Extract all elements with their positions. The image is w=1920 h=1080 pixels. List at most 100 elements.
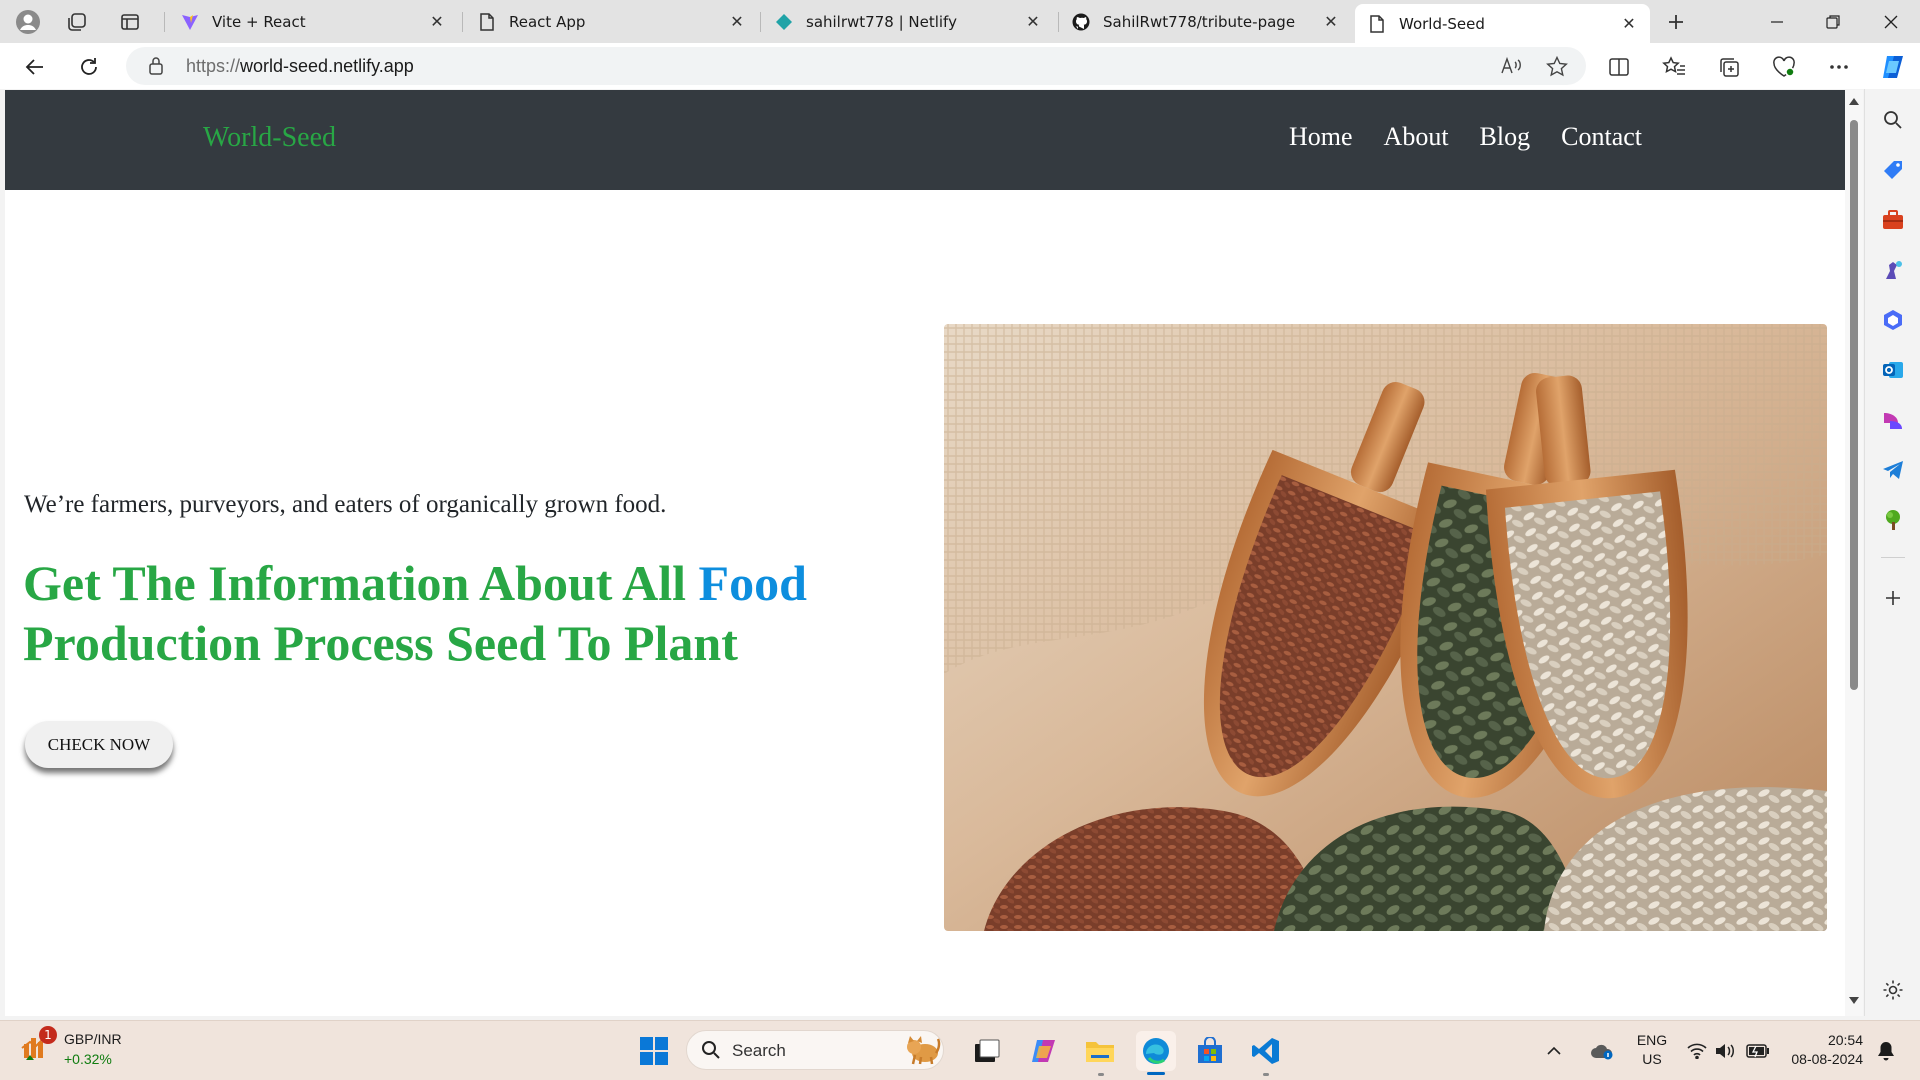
- vscode-icon[interactable]: [1246, 1031, 1286, 1071]
- notifications-bell-icon[interactable]: [1872, 1031, 1900, 1071]
- close-tab-icon[interactable]: ✕: [1322, 12, 1340, 31]
- edge-sidebar: [1864, 89, 1920, 1016]
- file-explorer-icon[interactable]: [1080, 1031, 1120, 1071]
- close-window-icon[interactable]: [1864, 0, 1918, 43]
- sidebar-divider: [1881, 557, 1905, 558]
- tab-github[interactable]: SahilRwt778/tribute-page ✕: [1059, 4, 1352, 39]
- add-to-sidebar-icon[interactable]: [1878, 583, 1908, 613]
- close-tab-icon[interactable]: ✕: [1024, 12, 1042, 31]
- windows-taskbar: 1 GBP/INR +0.32% Search ENG US 20:54 08-…: [0, 1020, 1920, 1080]
- tools-briefcase-icon[interactable]: [1878, 205, 1908, 235]
- new-tab-icon[interactable]: [1660, 6, 1692, 38]
- shopping-tag-icon[interactable]: [1878, 155, 1908, 185]
- copilot-icon[interactable]: [1876, 50, 1910, 84]
- sidebar-search-icon[interactable]: [1878, 105, 1908, 135]
- browser-toolbar: https://world-seed.netlify.app: [0, 43, 1920, 89]
- profile-icon[interactable]: [12, 6, 44, 38]
- restore-icon[interactable]: [1806, 0, 1860, 43]
- tab-separator: [462, 12, 463, 32]
- url-protocol: https://: [186, 56, 241, 76]
- clock-time: 20:54: [1827, 1032, 1863, 1048]
- taskbar-search[interactable]: Search: [686, 1030, 944, 1070]
- scroll-up-arrow-icon[interactable]: [1849, 98, 1859, 105]
- stock-pair: GBP/INR: [64, 1031, 122, 1047]
- microsoft-store-icon[interactable]: [1190, 1031, 1230, 1071]
- browser-essentials-icon[interactable]: [1767, 50, 1801, 84]
- search-icon: [701, 1040, 721, 1064]
- language-indicator[interactable]: ENG US: [1634, 1031, 1670, 1069]
- hero-tagline: We’re farmers, purveyors, and eaters of …: [24, 491, 667, 518]
- netlify-icon: [774, 12, 794, 32]
- nav-link-contact[interactable]: Contact: [1561, 122, 1642, 152]
- tab-title: Vite + React: [212, 12, 306, 31]
- notification-badge: 1: [39, 1026, 57, 1044]
- lock-icon[interactable]: [148, 56, 164, 80]
- designer-icon[interactable]: [1878, 405, 1908, 435]
- favorite-star-icon[interactable]: [1546, 55, 1568, 81]
- outlook-icon[interactable]: [1878, 355, 1908, 385]
- search-highlight-cat-icon: [905, 1035, 941, 1069]
- vscode-open-indicator: [1263, 1073, 1269, 1076]
- tab-title: World-Seed: [1399, 14, 1485, 33]
- back-arrow-icon[interactable]: [18, 50, 52, 84]
- telegram-send-icon[interactable]: [1878, 455, 1908, 485]
- explorer-open-indicator: [1098, 1073, 1104, 1076]
- task-view-icon[interactable]: [967, 1031, 1007, 1071]
- battery-icon[interactable]: [1744, 1031, 1772, 1071]
- tab-react-app[interactable]: React App ✕: [465, 4, 758, 39]
- split-screen-icon[interactable]: [1602, 50, 1636, 84]
- vite-icon: [180, 12, 200, 32]
- sidebar-settings-gear-icon[interactable]: [1878, 975, 1908, 1005]
- headline-highlight: Food: [698, 555, 807, 611]
- minimize-icon[interactable]: [1750, 0, 1804, 43]
- close-tab-icon[interactable]: ✕: [728, 12, 746, 31]
- edge-browser-icon[interactable]: [1136, 1031, 1176, 1071]
- microsoft-365-icon[interactable]: [1878, 305, 1908, 335]
- vertical-tabs-icon[interactable]: [114, 6, 146, 38]
- nav-link-blog[interactable]: Blog: [1480, 122, 1531, 152]
- url-host: world-seed.netlify.app: [240, 56, 414, 76]
- tab-world-seed[interactable]: World-Seed ✕: [1355, 4, 1650, 43]
- url-text[interactable]: https://world-seed.netlify.app: [186, 56, 414, 77]
- read-aloud-icon[interactable]: [1500, 56, 1522, 80]
- nav-link-home[interactable]: Home: [1289, 122, 1353, 152]
- check-now-button[interactable]: CHECK NOW: [25, 721, 173, 768]
- search-label: Search: [732, 1041, 786, 1060]
- nav-link-about[interactable]: About: [1384, 122, 1449, 152]
- edge-active-indicator: [1147, 1072, 1165, 1075]
- refresh-icon[interactable]: [72, 50, 106, 84]
- copilot-taskbar-icon[interactable]: [1024, 1031, 1064, 1071]
- show-hidden-icons-chevron-icon[interactable]: [1542, 1031, 1566, 1071]
- hero-headline: Get The Information About All Food Produ…: [23, 553, 843, 673]
- hero-seeds-image: [944, 324, 1827, 931]
- github-icon: [1071, 12, 1091, 32]
- close-tab-icon[interactable]: ✕: [428, 12, 446, 31]
- stock-widget[interactable]: 1 GBP/INR +0.32%: [20, 1026, 122, 1068]
- page-scrollbar[interactable]: [1845, 90, 1863, 1016]
- tab-title: SahilRwt778/tribute-page: [1103, 12, 1296, 31]
- scrollbar-thumb[interactable]: [1850, 120, 1858, 690]
- onedrive-icon[interactable]: [1588, 1031, 1616, 1071]
- more-options-icon[interactable]: [1822, 50, 1856, 84]
- workspaces-icon[interactable]: [61, 6, 93, 38]
- windows-start-icon[interactable]: [634, 1031, 674, 1071]
- keyboard-layout: US: [1642, 1051, 1662, 1067]
- scroll-down-arrow-icon[interactable]: [1849, 997, 1859, 1004]
- close-tab-icon[interactable]: ✕: [1620, 14, 1638, 33]
- tab-separator: [760, 12, 761, 32]
- stock-change: +0.32%: [64, 1051, 112, 1067]
- site-brand[interactable]: World-Seed: [203, 122, 336, 154]
- address-bar[interactable]: https://world-seed.netlify.app: [126, 47, 1586, 85]
- volume-icon[interactable]: [1712, 1031, 1738, 1071]
- headline-text-2: Production Process Seed To Plant: [23, 615, 738, 671]
- games-icon[interactable]: [1878, 255, 1908, 285]
- wifi-icon[interactable]: [1684, 1031, 1710, 1071]
- tree-icon[interactable]: [1878, 505, 1908, 535]
- clock[interactable]: 20:54 08-08-2024: [1783, 1031, 1863, 1069]
- page-icon: [1367, 14, 1387, 34]
- tab-netlify[interactable]: sahilrwt778 | Netlify ✕: [762, 4, 1054, 39]
- favorites-icon[interactable]: [1657, 50, 1691, 84]
- tab-title: sahilrwt778 | Netlify: [806, 12, 957, 31]
- tab-vite-react[interactable]: Vite + React ✕: [168, 4, 458, 39]
- collections-icon[interactable]: [1712, 50, 1746, 84]
